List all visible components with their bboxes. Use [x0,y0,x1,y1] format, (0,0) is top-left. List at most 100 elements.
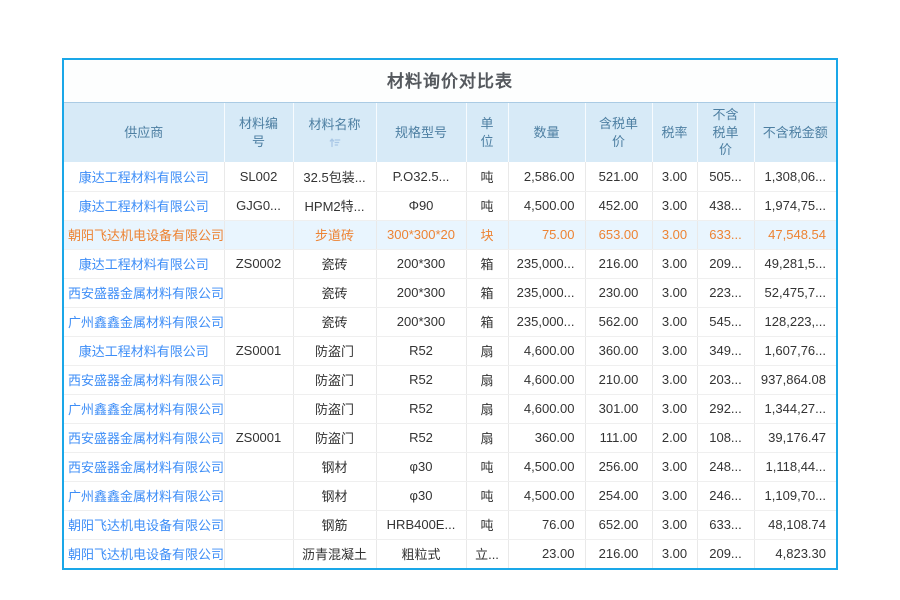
cell-supplier[interactable]: 西安盛器金属材料有限公司 [64,278,224,307]
cell-spec-model: R52 [376,336,466,365]
cell-amount-without-tax: 937,864.08 [754,365,836,394]
cell-unit: 箱 [466,307,508,336]
cell-material-name: 瓷砖 [293,278,376,307]
cell-spec-model: 粗粒式 [376,539,466,568]
cell-price-with-tax: 562.00 [585,307,652,336]
table-row[interactable]: 朝阳飞达机电设备有限公司钢筋HRB400E...吨76.00652.003.00… [64,510,836,539]
table-row[interactable]: 西安盛器金属材料有限公司瓷砖200*300箱235,000...230.003.… [64,278,836,307]
table-row[interactable]: 西安盛器金属材料有限公司防盗门R52扇4,600.00210.003.00203… [64,365,836,394]
cell-unit: 箱 [466,249,508,278]
cell-supplier[interactable]: 广州鑫鑫金属材料有限公司 [64,481,224,510]
cell-unit: 吨 [466,162,508,191]
cell-quantity: 235,000... [508,249,585,278]
cell-unit: 扇 [466,365,508,394]
cell-material-name: 防盗门 [293,394,376,423]
table-row[interactable]: 康达工程材料有限公司ZS0001防盗门R52扇4,600.00360.003.0… [64,336,836,365]
cell-price-with-tax: 230.00 [585,278,652,307]
cell-amount-without-tax: 1,344,27... [754,394,836,423]
cell-price-with-tax: 452.00 [585,191,652,220]
cell-supplier[interactable]: 康达工程材料有限公司 [64,249,224,278]
cell-supplier[interactable]: 西安盛器金属材料有限公司 [64,423,224,452]
column-header-supplier: 供应商 [64,103,224,162]
cell-tax-rate: 3.00 [652,481,697,510]
cell-tax-rate: 3.00 [652,539,697,568]
cell-price-with-tax: 111.00 [585,423,652,452]
cell-material-name: 瓷砖 [293,249,376,278]
header-row: 供应商材料编 号材料名称规格型号单 位数量含税单 价税率不含 税单 价不含税金额 [64,103,836,162]
table-row[interactable]: 康达工程材料有限公司SL00232.5包装...P.O32.5...吨2,586… [64,162,836,191]
cell-spec-model: P.O32.5... [376,162,466,191]
cell-material-code [224,307,293,336]
cell-unit: 扇 [466,423,508,452]
cell-price-with-tax: 301.00 [585,394,652,423]
cell-material-code [224,452,293,481]
cell-supplier[interactable]: 朝阳飞达机电设备有限公司 [64,539,224,568]
cell-price-without-tax: 209... [697,249,754,278]
cell-amount-without-tax: 4,823.30 [754,539,836,568]
cell-unit: 扇 [466,336,508,365]
table-row[interactable]: 朝阳飞达机电设备有限公司沥青混凝土粗粒式立...23.00216.003.002… [64,539,836,568]
cell-spec-model: R52 [376,394,466,423]
cell-price-without-tax: 438... [697,191,754,220]
column-header-label: 规格型号 [395,124,447,142]
cell-amount-without-tax: 47,548.54 [754,220,836,249]
column-header-label: 单 位 [480,115,493,150]
column-header-label: 不含 税单 价 [712,106,738,159]
cell-supplier[interactable]: 康达工程材料有限公司 [64,162,224,191]
cell-price-with-tax: 360.00 [585,336,652,365]
cell-amount-without-tax: 52,475,7... [754,278,836,307]
cell-unit: 立... [466,539,508,568]
column-header-label: 含税单 价 [599,115,638,150]
cell-amount-without-tax: 1,109,70... [754,481,836,510]
cell-material-code [224,365,293,394]
cell-quantity: 2,586.00 [508,162,585,191]
cell-price-without-tax: 223... [697,278,754,307]
cell-price-without-tax: 248... [697,452,754,481]
cell-unit: 吨 [466,191,508,220]
cell-price-with-tax: 216.00 [585,249,652,278]
cell-tax-rate: 3.00 [652,278,697,307]
cell-tax-rate: 3.00 [652,220,697,249]
cell-tax-rate: 3.00 [652,249,697,278]
table-row[interactable]: 朝阳飞达机电设备有限公司步道砖300*300*20块75.00653.003.0… [64,220,836,249]
cell-tax-rate: 2.00 [652,423,697,452]
cell-material-name: 防盗门 [293,336,376,365]
cell-amount-without-tax: 1,308,06... [754,162,836,191]
cell-material-code [224,278,293,307]
table-row[interactable]: 康达工程材料有限公司GJG0...HPM2特...Φ90吨4,500.00452… [64,191,836,220]
comparison-table: 供应商材料编 号材料名称规格型号单 位数量含税单 价税率不含 税单 价不含税金额… [64,103,836,568]
column-header-material-name[interactable]: 材料名称 [293,103,376,162]
cell-spec-model: R52 [376,365,466,394]
table-row[interactable]: 广州鑫鑫金属材料有限公司瓷砖200*300箱235,000...562.003.… [64,307,836,336]
cell-material-code [224,220,293,249]
cell-quantity: 4,500.00 [508,191,585,220]
cell-price-without-tax: 203... [697,365,754,394]
cell-price-without-tax: 633... [697,220,754,249]
table-row[interactable]: 西安盛器金属材料有限公司ZS0001防盗门R52扇360.00111.002.0… [64,423,836,452]
cell-supplier[interactable]: 西安盛器金属材料有限公司 [64,452,224,481]
cell-price-with-tax: 521.00 [585,162,652,191]
cell-unit: 扇 [466,394,508,423]
cell-supplier[interactable]: 朝阳飞达机电设备有限公司 [64,510,224,539]
table-row[interactable]: 西安盛器金属材料有限公司钢材φ30吨4,500.00256.003.00248.… [64,452,836,481]
cell-quantity: 235,000... [508,307,585,336]
cell-supplier[interactable]: 广州鑫鑫金属材料有限公司 [64,307,224,336]
sort-amount-icon[interactable] [296,134,374,149]
cell-price-without-tax: 349... [697,336,754,365]
cell-material-name: 沥青混凝土 [293,539,376,568]
cell-unit: 吨 [466,481,508,510]
cell-supplier[interactable]: 朝阳飞达机电设备有限公司 [64,220,224,249]
cell-tax-rate: 3.00 [652,336,697,365]
table-row[interactable]: 康达工程材料有限公司ZS0002瓷砖200*300箱235,000...216.… [64,249,836,278]
table-row[interactable]: 广州鑫鑫金属材料有限公司钢材φ30吨4,500.00254.003.00246.… [64,481,836,510]
cell-supplier[interactable]: 康达工程材料有限公司 [64,191,224,220]
cell-material-name: 32.5包装... [293,162,376,191]
cell-quantity: 4,500.00 [508,481,585,510]
cell-tax-rate: 3.00 [652,307,697,336]
cell-supplier[interactable]: 西安盛器金属材料有限公司 [64,365,224,394]
cell-supplier[interactable]: 广州鑫鑫金属材料有限公司 [64,394,224,423]
cell-supplier[interactable]: 康达工程材料有限公司 [64,336,224,365]
cell-material-code [224,394,293,423]
cell-price-without-tax: 108... [697,423,754,452]
table-row[interactable]: 广州鑫鑫金属材料有限公司防盗门R52扇4,600.00301.003.00292… [64,394,836,423]
